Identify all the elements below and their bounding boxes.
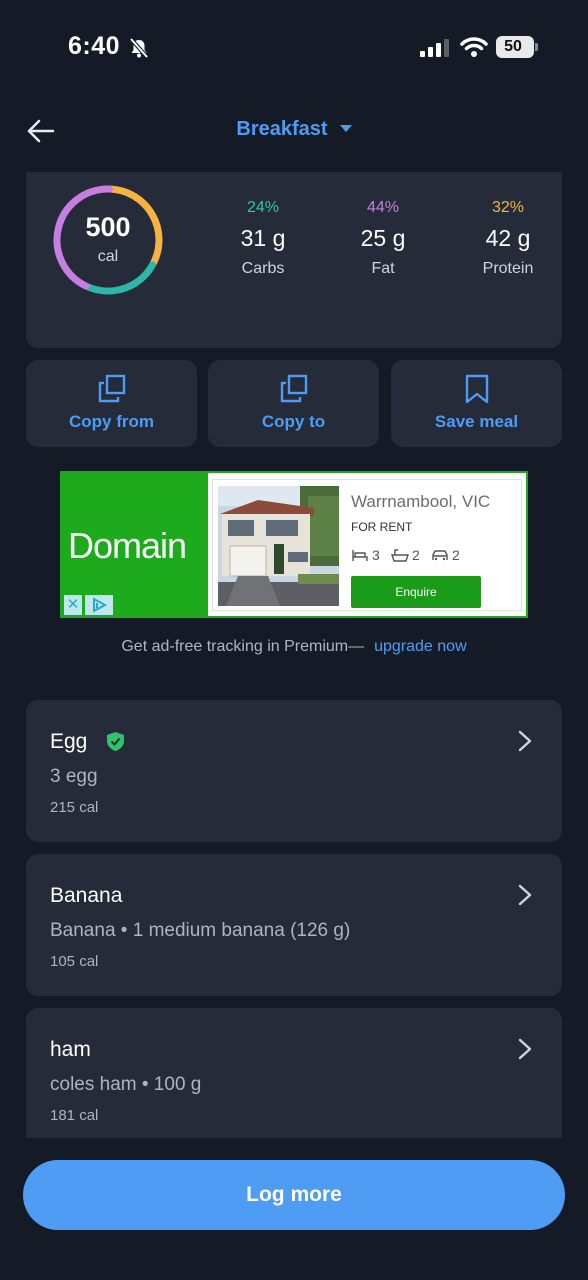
signal-icon bbox=[420, 39, 449, 57]
macro-fat: 44% 25 g Fat bbox=[328, 199, 438, 278]
copy-to-button[interactable]: Copy to bbox=[208, 360, 379, 447]
calorie-ring-segment-1 bbox=[84, 261, 157, 295]
nutrition-summary-card: 500 cal 24% 31 g Carbs 44% 25 g Fat 32% … bbox=[26, 172, 562, 348]
food-item-ham[interactable]: ham coles ham • 100 g 181 cal bbox=[26, 1008, 562, 1138]
header: Breakfast bbox=[0, 100, 588, 164]
macro-fat-grams: 25 g bbox=[360, 225, 406, 251]
food-calories: 105 cal bbox=[50, 953, 99, 970]
meal-selector[interactable]: Breakfast bbox=[0, 118, 588, 141]
food-name: Egg bbox=[50, 730, 88, 753]
ad-close-icon[interactable]: ✕ bbox=[64, 595, 82, 615]
battery-tip bbox=[535, 43, 538, 51]
food-calories: 181 cal bbox=[50, 1107, 99, 1124]
copy-to-label: Copy to bbox=[261, 412, 326, 431]
verified-shield-icon bbox=[107, 732, 124, 751]
chevron-right-icon bbox=[518, 884, 532, 906]
premium-upsell: Get ad-free tracking in Premium— upgrade … bbox=[0, 638, 588, 656]
macro-protein-grams: 42 g bbox=[485, 225, 531, 251]
status-bar: 6:40 50 bbox=[0, 0, 588, 96]
macro-fat-label: Fat bbox=[371, 260, 395, 277]
ad-listing-type: FOR RENT bbox=[351, 520, 413, 534]
chevron-right-icon bbox=[518, 1038, 532, 1060]
bookmark-icon bbox=[465, 374, 489, 404]
ad-beds: 3 bbox=[351, 546, 380, 564]
wifi-icon bbox=[460, 37, 488, 57]
ad-brand-logo: Domain bbox=[68, 525, 187, 566]
upgrade-link[interactable]: upgrade now bbox=[374, 638, 467, 655]
premium-text: Get ad-free tracking in Premium— bbox=[121, 638, 365, 655]
ad-cars-count: 2 bbox=[452, 547, 460, 563]
log-more-button[interactable]: Log more bbox=[23, 1160, 565, 1230]
adchoices-icon[interactable] bbox=[85, 595, 113, 615]
macro-carbs-percent: 24% bbox=[246, 199, 280, 216]
ad-cars: 2 bbox=[431, 546, 460, 564]
calories-unit: cal bbox=[97, 248, 119, 265]
food-name: ham bbox=[50, 1038, 91, 1061]
macro-protein: 32% 42 g Protein bbox=[453, 199, 563, 278]
macro-protein-label: Protein bbox=[482, 260, 534, 277]
save-meal-label: Save meal bbox=[434, 412, 519, 431]
copy-icon bbox=[280, 374, 308, 403]
macro-fat-percent: 44% bbox=[366, 199, 400, 216]
ad-listing: Warrnambool, VIC FOR RENT 3 2 2 Enquire bbox=[212, 479, 522, 611]
copy-from-button[interactable]: Copy from bbox=[26, 360, 197, 447]
advertisement[interactable]: Domain ✕ Warrnambool, VIC FOR RENT 3 2 2… bbox=[60, 471, 528, 618]
battery-level: 50 bbox=[504, 38, 522, 55]
macro-carbs: 24% 31 g Carbs bbox=[208, 199, 318, 278]
food-serving: coles ham • 100 g bbox=[50, 1074, 202, 1095]
ad-baths: 2 bbox=[391, 546, 420, 564]
ad-brand-panel: Domain ✕ bbox=[62, 473, 208, 616]
food-serving: Banana • 1 medium banana (126 g) bbox=[50, 920, 351, 941]
food-item-egg[interactable]: Egg 3 egg 215 cal bbox=[26, 700, 562, 842]
food-calories: 215 cal bbox=[50, 799, 99, 816]
food-name: Banana bbox=[50, 884, 123, 907]
bell-slash-icon bbox=[129, 37, 149, 59]
macro-carbs-label: Carbs bbox=[241, 260, 285, 277]
battery-icon: 50 bbox=[496, 36, 538, 58]
ad-enquire-button[interactable]: Enquire bbox=[351, 576, 481, 608]
save-meal-button[interactable]: Save meal bbox=[391, 360, 562, 447]
chevron-right-icon bbox=[518, 730, 532, 752]
ad-beds-count: 3 bbox=[372, 547, 380, 563]
ad-baths-count: 2 bbox=[412, 547, 420, 563]
caret-down-icon bbox=[339, 125, 352, 133]
food-item-banana[interactable]: Banana Banana • 1 medium banana (126 g) … bbox=[26, 854, 562, 996]
food-serving: 3 egg bbox=[50, 766, 98, 787]
macro-carbs-grams: 31 g bbox=[240, 225, 286, 251]
macro-protein-percent: 32% bbox=[491, 199, 525, 216]
bed-icon bbox=[352, 550, 368, 561]
bath-icon bbox=[391, 549, 409, 562]
car-icon bbox=[432, 550, 448, 561]
house-photo bbox=[218, 486, 339, 606]
status-time: 6:40 bbox=[68, 32, 121, 60]
copy-from-label: Copy from bbox=[69, 412, 154, 431]
copy-icon bbox=[98, 374, 126, 403]
ad-location: Warrnambool, VIC bbox=[351, 492, 491, 511]
page-title: Breakfast bbox=[236, 118, 328, 140]
calories-total: 500 bbox=[85, 212, 131, 242]
